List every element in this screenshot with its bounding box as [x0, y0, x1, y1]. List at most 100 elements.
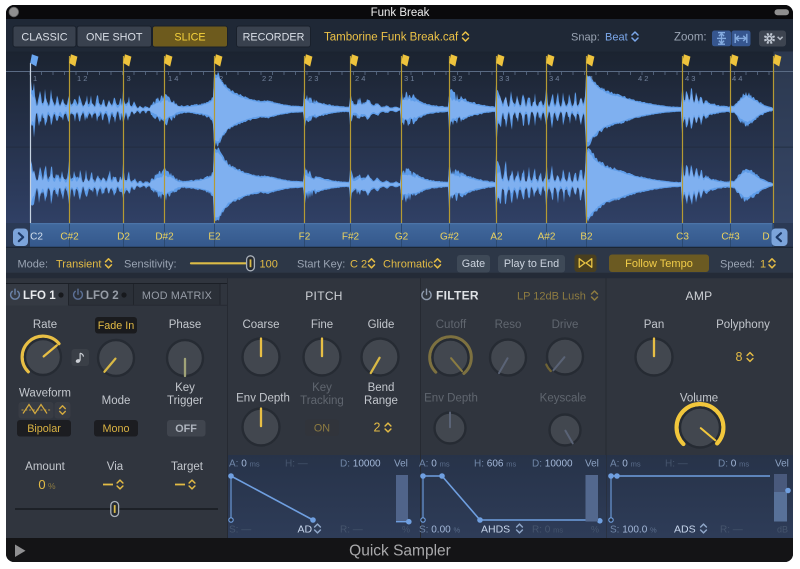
- svg-text:Mode: Mode: [102, 395, 131, 407]
- svg-text:Mode:: Mode:: [18, 258, 49, 270]
- svg-text:Cutoff: Cutoff: [436, 319, 467, 331]
- svg-text:Rate: Rate: [33, 319, 57, 331]
- svg-text:Drive: Drive: [552, 319, 579, 331]
- svg-text:Transient: Transient: [56, 258, 101, 270]
- svg-text:S: 0.00 %: S: 0.00 %: [419, 525, 460, 536]
- svg-text:D: 10000: D: 10000: [340, 459, 381, 470]
- svg-text:RECORDER: RECORDER: [243, 32, 305, 44]
- svg-text:Tamborine Funk Break.caf: Tamborine Funk Break.caf: [324, 32, 459, 44]
- svg-text:F#2: F#2: [342, 232, 360, 243]
- svg-text:ONE SHOT: ONE SHOT: [86, 32, 143, 44]
- svg-text:OFF: OFF: [175, 423, 197, 435]
- svg-text:H: —: H: —: [665, 459, 688, 470]
- svg-text:Trigger: Trigger: [167, 395, 203, 407]
- svg-text:A#2: A#2: [538, 232, 556, 243]
- svg-text:8: 8: [736, 350, 743, 364]
- svg-text:AMP: AMP: [686, 289, 713, 303]
- svg-text:Chromatic: Chromatic: [383, 258, 434, 270]
- svg-text:Polyphony: Polyphony: [716, 319, 770, 331]
- svg-text:AD: AD: [298, 524, 313, 536]
- svg-text:C3: C3: [676, 232, 689, 243]
- svg-text:%: %: [48, 481, 56, 491]
- svg-text:Follow Tempo: Follow Tempo: [625, 258, 693, 270]
- svg-text:Vel: Vel: [585, 459, 599, 470]
- svg-text:dB: dB: [777, 525, 788, 535]
- svg-text:4 4: 4 4: [732, 74, 742, 83]
- svg-text:A: 0 ms: A: 0 ms: [229, 459, 260, 470]
- svg-text:Glide: Glide: [368, 319, 395, 331]
- svg-text:1: 1: [33, 74, 37, 83]
- svg-text:Target: Target: [171, 461, 204, 473]
- svg-text:3 4: 3 4: [549, 74, 559, 83]
- svg-text:PITCH: PITCH: [305, 289, 343, 303]
- svg-text:SLICE: SLICE: [174, 32, 205, 44]
- svg-text:MOD MATRIX: MOD MATRIX: [142, 290, 212, 302]
- svg-text:%: %: [591, 525, 599, 535]
- svg-text:H: —: H: —: [285, 459, 308, 470]
- svg-text:D: D: [762, 232, 769, 243]
- svg-text:R: —: R: —: [720, 525, 743, 536]
- svg-text:Sensitivity:: Sensitivity:: [124, 258, 177, 270]
- svg-text:Snap:: Snap:: [571, 32, 600, 44]
- svg-text:Start Key:: Start Key:: [297, 258, 345, 270]
- svg-text:LFO 2: LFO 2: [86, 290, 119, 302]
- svg-text:H: 606 ms: H: 606 ms: [474, 459, 516, 470]
- svg-text:A: 0 ms: A: 0 ms: [610, 459, 641, 470]
- svg-text:S: —: S: —: [229, 525, 251, 536]
- svg-text:Key: Key: [175, 382, 195, 394]
- svg-text:Pan: Pan: [644, 319, 664, 331]
- svg-text:D#2: D#2: [155, 232, 174, 243]
- svg-text:Env Depth: Env Depth: [424, 393, 478, 405]
- svg-text:4 2: 4 2: [638, 74, 648, 83]
- svg-text:ADS: ADS: [674, 524, 696, 536]
- svg-text:Coarse: Coarse: [242, 319, 279, 331]
- svg-text:Fine: Fine: [311, 319, 333, 331]
- svg-text:C#2: C#2: [60, 232, 79, 243]
- svg-text:D: 10000: D: 10000: [532, 459, 573, 470]
- svg-text:3: 3: [127, 74, 131, 83]
- svg-text:FILTER: FILTER: [436, 289, 479, 303]
- svg-text:D: 0 ms: D: 0 ms: [718, 459, 749, 470]
- svg-text:Funk Break: Funk Break: [371, 7, 430, 19]
- svg-text:Speed:: Speed:: [720, 258, 755, 270]
- svg-text:Beat: Beat: [605, 32, 628, 44]
- svg-text:CLASSIC: CLASSIC: [21, 32, 67, 44]
- svg-text:1: 1: [760, 258, 766, 270]
- svg-text:S: 100.0 %: S: 100.0 %: [610, 525, 657, 536]
- svg-text:Phase: Phase: [169, 319, 202, 331]
- svg-text:ON: ON: [314, 423, 330, 435]
- svg-text:Quick Sampler: Quick Sampler: [349, 543, 451, 560]
- svg-text:Bend: Bend: [368, 382, 395, 394]
- svg-text:Reso: Reso: [495, 319, 522, 331]
- svg-text:2 2: 2 2: [262, 74, 272, 83]
- svg-text:100: 100: [260, 258, 278, 270]
- svg-text:Key: Key: [312, 382, 332, 394]
- svg-text:Range: Range: [364, 395, 398, 407]
- svg-text:Play to End: Play to End: [504, 258, 559, 270]
- svg-text:3 1: 3 1: [404, 74, 414, 83]
- svg-text:2: 2: [374, 421, 381, 435]
- svg-text:Waveform: Waveform: [19, 388, 71, 400]
- svg-text:Gate: Gate: [462, 258, 485, 270]
- svg-text:LP 12dB Lush: LP 12dB Lush: [517, 291, 586, 303]
- svg-text:C2: C2: [30, 232, 43, 243]
- svg-text:R: —: R: —: [340, 525, 363, 536]
- svg-text:Vel: Vel: [775, 459, 789, 470]
- svg-text:A2: A2: [490, 232, 503, 243]
- svg-text:LFO 1: LFO 1: [23, 290, 56, 302]
- svg-text:1 4: 1 4: [168, 74, 178, 83]
- svg-text:B2: B2: [580, 232, 593, 243]
- svg-text:%: %: [402, 525, 410, 535]
- svg-text:C 2: C 2: [350, 258, 367, 270]
- svg-text:Keyscale: Keyscale: [540, 393, 587, 405]
- svg-text:G2: G2: [395, 232, 409, 243]
- svg-text:3 3: 3 3: [499, 74, 509, 83]
- svg-text:1 2: 1 2: [77, 74, 87, 83]
- svg-text:Mono: Mono: [102, 423, 129, 435]
- svg-text:F2: F2: [299, 232, 311, 243]
- svg-text:Vel: Vel: [394, 459, 408, 470]
- svg-text:Env Depth: Env Depth: [236, 393, 290, 405]
- svg-text:C#3: C#3: [721, 232, 740, 243]
- svg-text:4 3: 4 3: [685, 74, 695, 83]
- svg-text:G#2: G#2: [440, 232, 459, 243]
